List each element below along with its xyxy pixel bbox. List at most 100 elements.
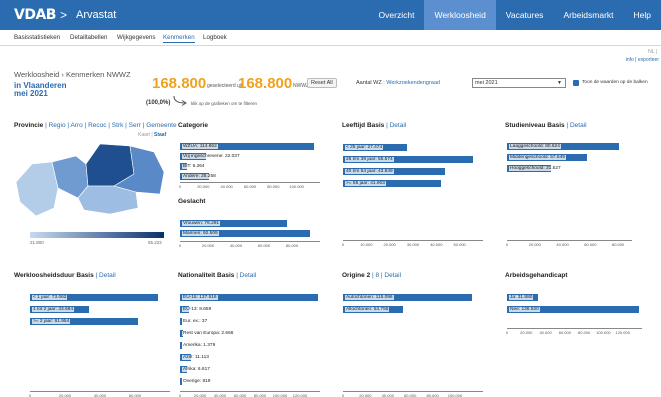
bar-label-werkloosheidsduur-0: < 1 jaar: 73.062 [30,294,68,301]
bar-label-text-categorie-2: BIT: 6.264 [182,164,206,169]
leeftijd-detail-link[interactable]: | Detail [386,122,406,129]
werkloosheidsduur-basis[interactable]: Basis [76,272,93,279]
arbeidshandicapt-title: Arbeidsgehandicapt [505,272,568,279]
bar-label-leeftijd-3: >= 55 jaar: 41.903 [343,180,386,187]
show-values-label: Toon de waarden op de balken [582,80,648,85]
tick-werkloosheidsduur-2: 40.000 [93,393,107,397]
tick-leeftijd-4: 40.000 [430,242,443,247]
subnav-kenmerken[interactable]: Kenmerken [163,34,195,43]
bar-label-origine-0: Autochtonen: 115.096 [343,294,394,301]
werkloosheidsduur-title: Werkloosheidsduur [14,272,75,279]
show-values-checkbox[interactable] [573,80,579,86]
sub-nav: Basisstatistieken Detailtabellen Wijkgeg… [0,30,661,46]
wz-label: Aantal WZ : Werkzoekendengraad [356,80,440,86]
bar-label-werkloosheidsduur-1: 1 tot 2 jaar: 33.684 [30,306,75,313]
total-count: 168.800 [238,75,293,92]
bar-label-nationaliteit-5: Azië: 11.113 [180,354,210,361]
month-select-value: mei 2021 [475,80,498,86]
tick-origine-5: 100.000 [447,393,463,397]
nav-arbeidsmarkt[interactable]: Arbeidsmarkt [553,0,623,30]
bar-label-categorie-0: WZUA: 114.862 [180,143,218,150]
werkzoekendengraad-link[interactable]: Werkzoekendengraad [386,80,440,86]
origine-detail-link[interactable]: | 8 | Detail [372,272,401,279]
axis-categorie [180,182,320,183]
tick-arbeidshandicapt-0: 0 [505,330,509,335]
flanders-province-map [15,143,165,217]
map-view-toggle: Kaart | Staaf [138,132,167,138]
info-export-links[interactable]: info | exporteer [626,57,659,63]
top-bar: VDAB > Arvastat Overzicht Werkloosheid V… [0,0,661,30]
bar-label-categorie-3: Andere: 25.258 [180,173,217,180]
bar-label-text-werkloosheidsduur-0: < 1 jaar: 73.062 [32,295,68,300]
bar-label-text-origine-0: Autochtonen: 115.096 [345,295,394,300]
tick-leeftijd-2: 20.000 [383,242,396,247]
tick-origine-3: 60.000 [404,393,417,397]
bar-label-text-nationaliteit-7: Overige: 819 [182,379,212,384]
tick-studieniveau-3: 60.000 [584,242,597,247]
tick-leeftijd-5: 50.000 [453,242,466,247]
map-legend-min: 21.800 [30,240,44,245]
bar-label-nationaliteit-7: Overige: 819 [180,378,212,385]
bar-label-text-werkloosheidsduur-2: >= 2 jaar: 61.954 [32,319,71,324]
view-kaart[interactable]: Kaart [138,132,150,138]
month-select[interactable]: mei 2021 ▼ [472,78,566,88]
tick-categorie-1: 20.000 [197,184,210,189]
bar-label-text-arbeidshandicapt-1: Nee: 136.920 [509,307,540,312]
tick-origine-4: 80.000 [426,393,439,397]
chevron-right-icon: > [60,8,68,22]
origine-basis[interactable]: 2 [367,272,371,279]
tick-leeftijd-0: 0 [341,242,345,247]
bar-label-studieniveau-0: Laaggeschoold: 80.624 [507,143,561,150]
reset-all-button[interactable]: Reset All [307,78,337,88]
tick-categorie-3: 60.000 [243,184,257,189]
period-title: mei 2021 [14,89,48,98]
subnav-wijkgegevens[interactable]: Wijkgegevens [117,34,156,41]
tick-werkloosheidsduur-0: 0 [28,393,32,397]
curved-arrow-icon [173,96,187,106]
nationaliteit-basis[interactable]: Basis [217,272,234,279]
geslacht-title: Geslacht [178,198,206,205]
nationaliteit-detail-link[interactable]: | Detail [236,272,256,279]
studieniveau-basis[interactable]: Basis [547,122,564,129]
categorie-header: Categorie [178,122,208,129]
breadcrumb: Werkloosheid › Kenmerken NWWZ [14,70,131,79]
bar-label-text-nationaliteit-0: EU-15: 137.516 [182,295,218,300]
origine-header: Origine 2 | 8 | Detail [342,272,401,279]
nav-vacatures[interactable]: Vacatures [496,0,554,30]
tick-nationaliteit-4: 80.000 [253,393,267,397]
bar-label-text-categorie-0: WZUA: 114.862 [182,144,218,149]
bar-label-nationaliteit-4: Amerika: 1.379 [180,342,217,349]
vdab-logo[interactable]: VDAB [14,7,56,23]
leeftijd-basis[interactable]: Basis [367,122,384,129]
studieniveau-title: Studieniveau [505,122,546,129]
bar-label-studieniveau-2: Hooggeschoold: 31.527 [507,165,562,172]
bar-label-text-leeftijd-0: < 25 jaar: 27.474 [345,145,384,150]
bar-label-text-nationaliteit-3: Rest van Europa: 2.666 [182,331,235,336]
nav-overzicht[interactable]: Overzicht [369,0,425,30]
subnav-detailtabellen[interactable]: Detailtabellen [70,34,108,41]
bar-label-nationaliteit-0: EU-15: 137.516 [180,294,218,301]
filter-hint: klik op de grafieken om te filteren [191,101,258,106]
language-switch[interactable]: NL | [648,49,657,55]
studieniveau-detail-link[interactable]: | Detail [566,122,586,129]
bar-label-text-categorie-3: Andere: 25.258 [182,174,217,179]
axis-leeftijd [343,240,483,241]
map-legend-gradient [30,232,164,238]
view-staaf[interactable]: Staaf [154,132,166,138]
tick-arbeidshandicapt-1: 20.000 [520,330,533,335]
subnav-basisstatistieken[interactable]: Basisstatistieken [14,34,60,41]
nav-werkloosheid[interactable]: Werkloosheid [424,0,496,30]
tick-categorie-0: 0 [178,184,182,189]
tick-geslacht-3: 60.000 [257,243,271,248]
subnav-logboek[interactable]: Logboek [203,34,227,41]
tick-studieniveau-1: 20.000 [528,242,541,247]
bar-label-nationaliteit-2: Eur. ex.: 37 [180,318,209,325]
nav-help[interactable]: Help [624,0,661,30]
bar-label-leeftijd-2: 40 t/m 54 jaar: 43.849 [343,168,394,175]
app-title[interactable]: Arvastat [76,9,116,21]
werkloosheidsduur-detail-link[interactable]: | Detail [96,272,116,279]
provincie-level-links[interactable]: | Regio | Arro | Recoc | Strk | Serr | G… [45,122,177,129]
wz-label-text: Aantal WZ : [356,80,385,86]
tick-nationaliteit-5: 100.000 [272,393,288,397]
origine-title: Origine [342,272,365,279]
